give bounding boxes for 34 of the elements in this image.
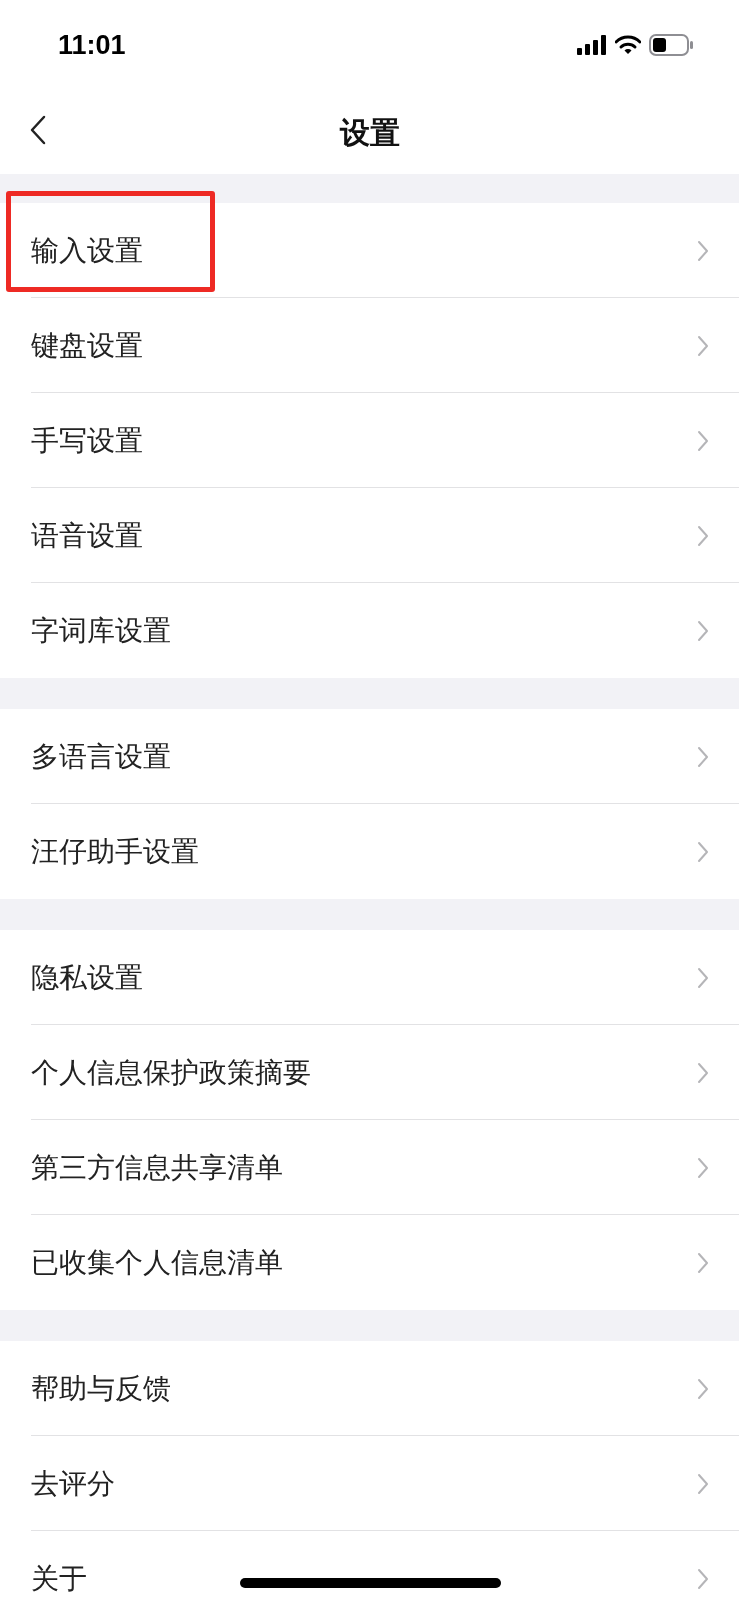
chevron-right-icon <box>697 429 709 452</box>
chevron-right-icon <box>697 1377 709 1400</box>
settings-item[interactable]: 多语言设置 <box>0 709 739 804</box>
settings-item[interactable]: 去评分 <box>0 1436 739 1531</box>
settings-item[interactable]: 关于 <box>0 1531 739 1600</box>
settings-item[interactable]: 手写设置 <box>0 393 739 488</box>
chevron-right-icon <box>697 840 709 863</box>
settings-item[interactable]: 语音设置 <box>0 488 739 583</box>
chevron-right-icon <box>697 1156 709 1179</box>
settings-item[interactable]: 隐私设置 <box>0 930 739 1025</box>
chevron-right-icon <box>697 1061 709 1084</box>
chevron-right-icon <box>697 745 709 768</box>
settings-item[interactable]: 帮助与反馈 <box>0 1341 739 1436</box>
settings-item[interactable]: 个人信息保护政策摘要 <box>0 1025 739 1120</box>
settings-item[interactable]: 输入设置 <box>0 203 739 298</box>
signal-icon <box>577 35 607 55</box>
chevron-right-icon <box>697 1567 709 1590</box>
chevron-right-icon <box>697 619 709 642</box>
chevron-right-icon <box>697 1472 709 1495</box>
settings-item[interactable]: 键盘设置 <box>0 298 739 393</box>
chevron-right-icon <box>697 334 709 357</box>
settings-item[interactable]: 第三方信息共享清单 <box>0 1120 739 1215</box>
chevron-right-icon <box>697 239 709 262</box>
page-title: 设置 <box>339 114 400 151</box>
chevron-right-icon <box>697 1251 709 1274</box>
chevron-right-icon <box>697 966 709 989</box>
settings-item[interactable]: 已收集个人信息清单 <box>0 1215 739 1310</box>
status-time: 11:01 <box>58 28 126 62</box>
wifi-icon <box>615 35 641 55</box>
settings-item[interactable]: 字词库设置 <box>0 583 739 678</box>
back-icon <box>30 115 46 145</box>
chevron-right-icon <box>697 524 709 547</box>
battery-icon <box>649 34 693 56</box>
settings-item[interactable]: 汪仔助手设置 <box>0 804 739 899</box>
